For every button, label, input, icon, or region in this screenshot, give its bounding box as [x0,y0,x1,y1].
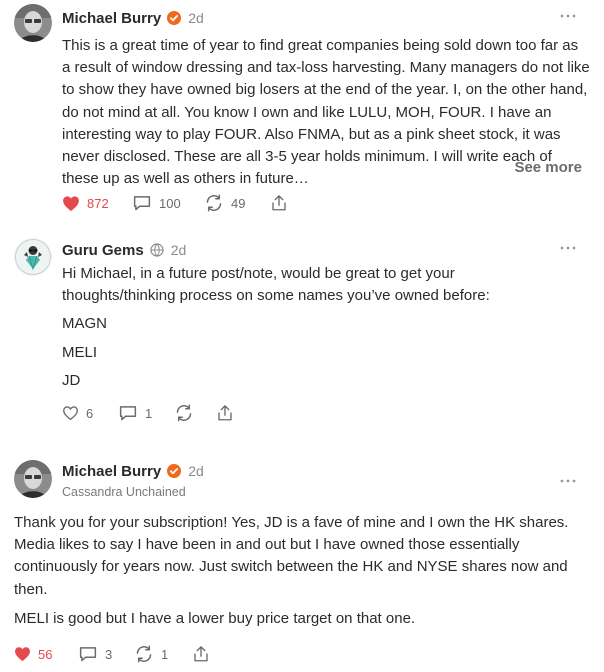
verified-badge-icon [167,11,182,25]
like-count: 872 [87,195,109,211]
like-button[interactable]: 6 [62,405,118,421]
restack-icon [176,404,192,422]
comment-button[interactable]: 3 [78,645,134,663]
avatar[interactable] [14,460,52,498]
author-name[interactable]: Michael Burry [62,463,161,480]
author-name[interactable]: Michael Burry [62,10,161,27]
heart-filled-icon [63,195,79,211]
more-options-icon[interactable] [558,13,578,23]
comment-button[interactable]: 100 [132,194,204,212]
comment-icon [119,406,137,421]
comment-count: 100 [159,195,181,211]
timestamp: 2d [188,10,204,26]
note-paragraph: Thank you for your subscription! Yes, JD… [14,514,569,598]
like-count: 56 [38,646,53,662]
restack-icon [136,645,152,663]
like-count: 6 [86,405,94,421]
share-icon [218,405,232,421]
like-button[interactable]: 56 [14,646,78,662]
more-options-icon[interactable] [558,245,578,255]
verified-badge-icon [167,464,182,478]
note-paragraph: This is a great time of year to find gre… [62,37,590,188]
comment-count: 3 [105,646,113,662]
note-body: This is a great time of year to find gre… [62,35,590,190]
restack-count: 49 [231,195,246,211]
restack-button[interactable] [174,404,216,422]
globe-icon [150,243,164,257]
see-more-link[interactable]: See more [514,159,582,176]
comment-button[interactable]: 1 [118,404,174,422]
note-body: Hi Michael, in a future post/note, would… [62,263,532,392]
share-button[interactable] [192,645,210,663]
note-michael-burry-2: Michael Burry 2d Cassandra Unchained Tha… [0,455,604,672]
note-actions: 56 3 1 [14,642,210,666]
note-paragraph: MELI is good but I have a lower buy pric… [14,609,416,627]
note-paragraph: Hi Michael, in a future post/note, would… [62,265,490,305]
restack-button[interactable]: 49 [204,194,270,212]
note-paragraph: MELI [62,343,98,361]
comment-icon [79,647,97,662]
share-icon [272,195,286,211]
note-michael-burry-1: Michael Burry 2d This is a great time of… [0,0,604,225]
timestamp: 2d [188,463,204,479]
note-actions: 6 1 [62,401,234,425]
share-button[interactable] [270,194,288,212]
avatar[interactable] [14,4,52,42]
restack-button[interactable]: 1 [134,645,192,663]
share-icon [194,646,208,662]
note-actions: 872 100 49 [62,191,288,215]
note-paragraph: JD [62,371,81,389]
note-guru-gems: Guru Gems 2d Hi Michael, in a future pos… [0,230,604,440]
restack-icon [206,194,222,212]
restack-count: 1 [161,646,169,662]
share-button[interactable] [216,404,234,422]
note-paragraph: MAGN [62,315,107,333]
author-name[interactable]: Guru Gems [62,242,144,259]
more-options-icon[interactable] [558,478,578,488]
timestamp: 2d [170,242,187,258]
avatar[interactable] [14,238,52,276]
comment-count: 1 [145,405,153,421]
note-body: Thank you for your subscription! Yes, JD… [14,512,584,630]
comment-icon [133,196,151,211]
heart-outline-icon [63,406,78,421]
heart-filled-icon [15,647,30,662]
like-button[interactable]: 872 [62,195,132,212]
publication-name[interactable]: Cassandra Unchained [62,485,186,499]
